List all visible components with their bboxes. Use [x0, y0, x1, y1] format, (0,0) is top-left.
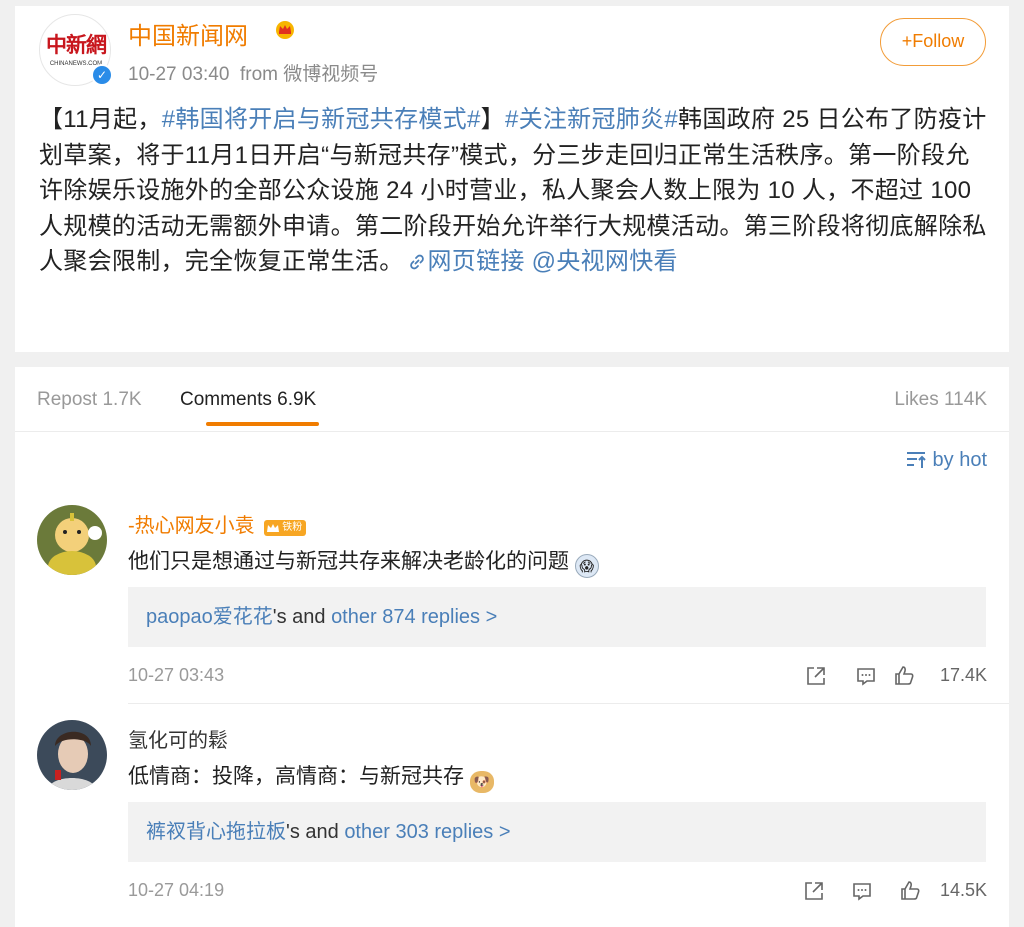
comment-icon[interactable]: [855, 665, 877, 687]
comment-time: 10-27 04:19: [128, 880, 225, 900]
reply-mid: 's and: [272, 606, 326, 628]
doge-emoji-icon: 🐶: [469, 771, 494, 793]
tab-likes[interactable]: Likes 114K: [894, 389, 987, 411]
shocked-emoji-icon: 😱: [574, 554, 599, 578]
post-card: 中新網 CHINANEWS.COM ✓ 中国新闻网 10-27 03:40 fr…: [15, 6, 1009, 352]
portrait-avatar-image: [37, 720, 107, 790]
commenter-avatar[interactable]: [37, 505, 107, 575]
post-source[interactable]: 微博视频号: [283, 64, 378, 85]
like-count: 14.5K: [939, 880, 987, 900]
reply-mid: 's and: [286, 821, 339, 843]
comment-divider: [128, 703, 1009, 704]
from-label: from: [239, 64, 278, 85]
verified-check-icon: ✓: [91, 64, 113, 86]
comment-actions: 14.5K: [803, 880, 987, 904]
fan-badge-crown-icon: [267, 524, 280, 532]
active-tab-indicator: [206, 422, 319, 426]
mention-cctv[interactable]: @央视网快看: [532, 248, 678, 275]
link-icon: [409, 254, 424, 270]
replies-preview[interactable]: paopao爱花花's and other 874 replies >: [128, 587, 986, 647]
tab-repost[interactable]: Repost 1.7K: [37, 389, 142, 411]
tab-bar: Repost 1.7K Comments 6.9K Likes 114K: [15, 367, 1009, 432]
reply-user[interactable]: 裤衩背心拖拉板: [146, 821, 286, 843]
share-icon[interactable]: [805, 665, 827, 687]
commenter-name-row: -热心网友小袁 铁粉: [128, 509, 307, 538]
commenter-avatar[interactable]: [37, 720, 107, 790]
comment-text: 低情商：投降，高情商：与新冠共存 🐶: [128, 760, 494, 793]
sort-by-hot-button[interactable]: by hot: [905, 449, 987, 472]
vip-crown-icon: [276, 21, 294, 39]
commenter-name[interactable]: -热心网友小袁: [128, 515, 255, 537]
post-time: 10-27 03:40: [128, 64, 230, 85]
reply-user[interactable]: paopao爱花花: [146, 606, 273, 628]
author-name[interactable]: 中国新闻网: [128, 16, 248, 51]
fan-badge: 铁粉: [264, 520, 307, 536]
more-replies-link[interactable]: other 874 replies >: [331, 606, 497, 628]
fan-badge-label: 铁粉: [282, 522, 303, 533]
commenter-name[interactable]: 氢化可的鬆: [128, 724, 228, 753]
web-link-label[interactable]: 网页链接: [428, 248, 525, 275]
hashtag-covid[interactable]: #关注新冠肺炎#: [505, 106, 678, 133]
replies-preview[interactable]: 裤衩背心拖拉板's and other 303 replies >: [128, 802, 986, 862]
follow-button[interactable]: +Follow: [880, 18, 986, 66]
body-text-1: 【11月起，: [39, 106, 162, 133]
comment-text: 他们只是想通过与新冠共存来解决老龄化的问题 😱: [128, 545, 599, 578]
sort-icon: [906, 452, 926, 468]
sort-label: by hot: [932, 449, 987, 471]
comment-text-body: 低情商：投降，高情商：与新冠共存: [128, 765, 464, 788]
comment-icon[interactable]: [851, 880, 873, 902]
comment-text-body: 他们只是想通过与新冠共存来解决老龄化的问题: [128, 550, 569, 573]
tab-comments[interactable]: Comments 6.9K: [180, 389, 316, 411]
share-icon[interactable]: [803, 880, 825, 902]
web-link[interactable]: 网页链接: [404, 248, 525, 275]
hashtag-korea-coexist[interactable]: #韩国将开启与新冠共存模式#: [162, 106, 481, 133]
more-replies-link[interactable]: other 303 replies >: [344, 821, 510, 843]
logo-text: 中新網: [46, 32, 107, 57]
comments-panel: Repost 1.7K Comments 6.9K Likes 114K by …: [15, 367, 1009, 927]
post-body: 【11月起，#韩国将开启与新冠共存模式#】#关注新冠肺炎#韩国政府 25 日公布…: [39, 102, 989, 280]
comment-actions: 17.4K: [805, 665, 987, 689]
comment-time: 10-27 03:43: [128, 665, 225, 685]
teletubby-avatar-image: [37, 505, 107, 575]
like-icon[interactable]: [899, 880, 921, 902]
body-text-2: 】: [480, 106, 505, 133]
post-meta: 10-27 03:40 from 微博视频号: [128, 59, 378, 86]
like-count: 17.4K: [939, 665, 987, 685]
like-icon[interactable]: [893, 665, 915, 687]
